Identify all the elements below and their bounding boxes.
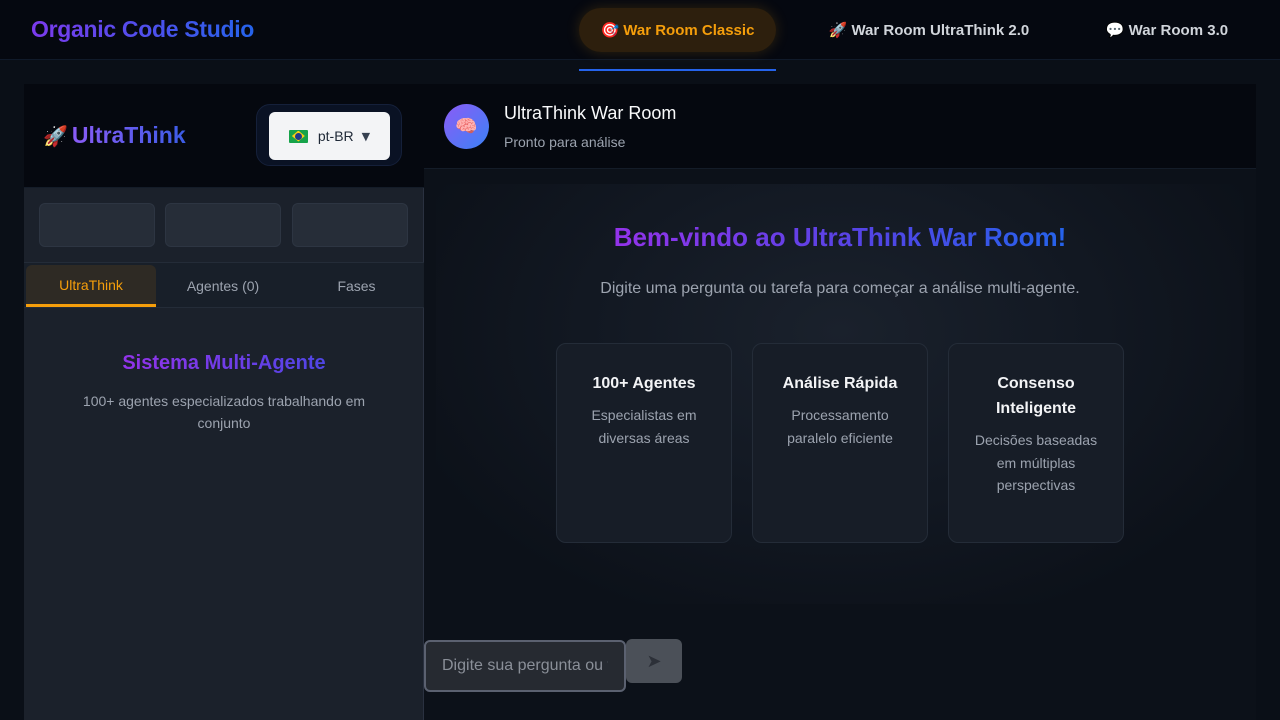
ultrathink-logo: 🚀 UltraThink [43,122,186,149]
feature-card: Consenso Inteligente Decisões baseadas e… [948,343,1124,543]
panel-title-text: Sistema Multi-Agente [122,352,326,374]
top-navbar: Organic Code Studio 🎯 War Room Classic 🚀… [0,0,1280,60]
sidebar: 🚀 UltraThink pt-BR ▼ UltraThink Agentes … [24,84,424,720]
brazil-flag-icon [288,129,308,143]
brand-logo[interactable]: Organic Code Studio [31,16,254,43]
tab-war-room-3[interactable]: 💬 War Room 3.0 [1090,8,1244,52]
language-selector-wrapper: pt-BR ▼ [256,104,402,166]
speech-bubble-icon: 💬 [1105,21,1125,39]
send-button[interactable]: ➤ [626,639,682,683]
tab-fases[interactable]: Fases [291,265,422,307]
stat-box [39,203,155,247]
panel-description: 100+ agentes especializados trabalhando … [82,393,366,431]
feature-card-text: Processamento paralelo eficiente [787,407,893,446]
language-select[interactable]: pt-BR ▼ [269,112,390,160]
sidebar-header: 🚀 UltraThink pt-BR ▼ [24,84,424,188]
feature-card-text: Especialistas em diversas áreas [591,407,697,446]
chat-title: UltraThink War Room [504,103,677,123]
rocket-icon: 🚀 [828,21,848,39]
send-icon: ➤ [646,650,662,672]
tab-war-room-ultrathink[interactable]: 🚀 War Room UltraThink 2.0 [812,8,1046,52]
stat-box [165,203,281,247]
welcome-title: Bem-vindo ao UltraThink War Room! [424,222,1256,253]
target-icon: 🎯 [600,21,620,39]
chat-area: 🧠 UltraThink War Room Pronto para anális… [424,84,1256,720]
tab-label: War Room 3.0 [1128,21,1229,39]
tab-war-room-classic[interactable]: 🎯 War Room Classic [579,8,776,52]
feature-card-title: Análise Rápida [782,375,898,392]
feature-card-text: Decisões baseadas em múltiplas perspecti… [974,432,1098,493]
rocket-icon: 🚀 [43,123,68,148]
stat-box [292,203,408,247]
language-value: pt-BR [317,128,354,144]
chat-header: 🧠 UltraThink War Room Pronto para anális… [424,84,1256,169]
tab-ultrathink[interactable]: UltraThink [26,265,156,307]
brain-icon: 🧠 [444,104,489,149]
sidebar-tabs: UltraThink Agentes (0) Fases [24,262,424,308]
welcome-title-text: Bem-vindo ao UltraThink War Room! [613,222,1067,252]
feature-card: Análise Rápida Processamento paralelo ef… [752,343,928,543]
ultrathink-logo-text: UltraThink [71,122,186,148]
tab-label: War Room Classic [623,21,755,39]
tab-label: War Room UltraThink 2.0 [851,21,1030,39]
chat-status: Pronto para análise [504,134,626,150]
welcome-subtitle: Digite uma pergunta ou tarefa para começ… [600,280,1080,297]
feature-card-title: Consenso Inteligente [995,375,1076,417]
feature-card-title: 100+ Agentes [592,375,696,392]
feature-card: 100+ Agentes Especialistas em diversas á… [556,343,732,543]
active-tab-indicator [579,69,776,71]
panel-title: Sistema Multi-Agente [24,352,424,375]
tab-agentes[interactable]: Agentes (0) [158,265,288,307]
chevron-down-icon: ▼ [361,129,371,143]
message-input[interactable] [424,640,626,692]
